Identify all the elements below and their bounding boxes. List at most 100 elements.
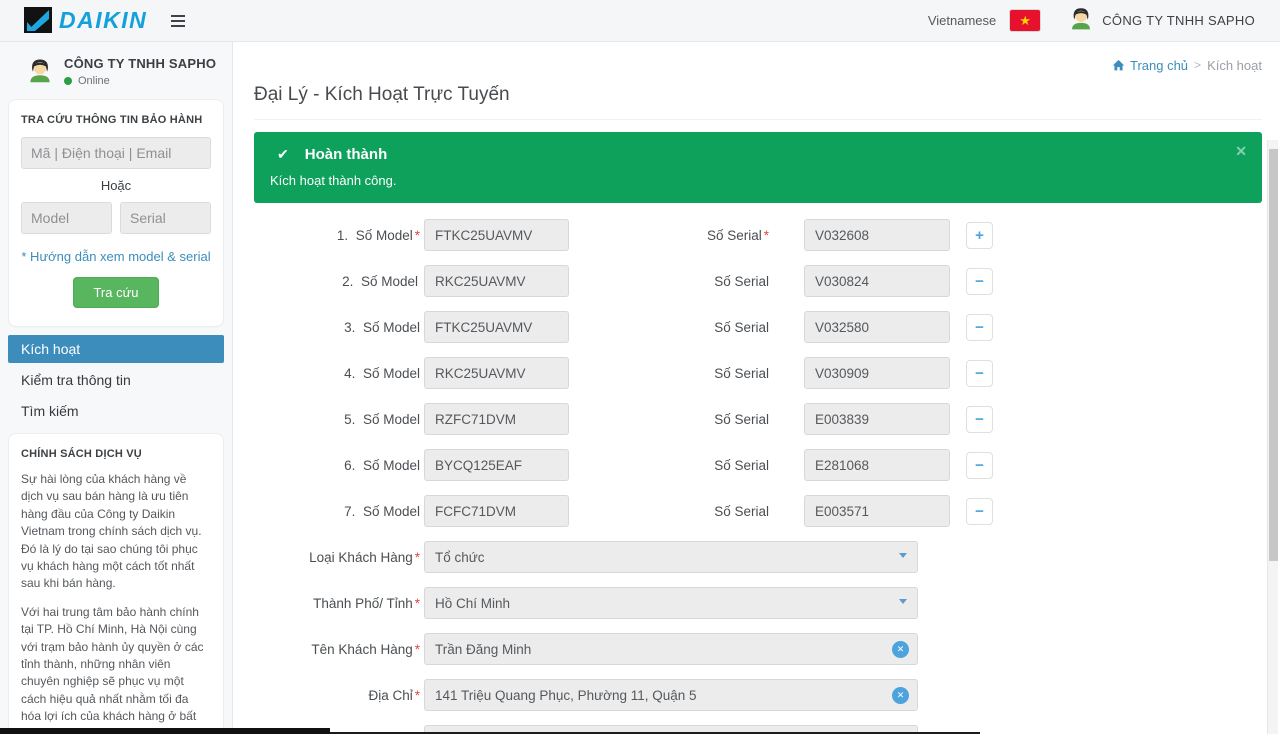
online-status-label: Online <box>78 75 110 87</box>
serial-label: Số Serial <box>714 274 769 289</box>
page-title: Đại Lý - Kích Hoạt Trực Tuyến <box>254 84 1262 106</box>
warranty-lookup-card: TRA CỨU THÔNG TIN BẢO HÀNH Hoặc * Hướng … <box>8 99 224 327</box>
model-serial-row: 2. Số Model Số Serial − <box>254 265 1262 297</box>
vietnam-flag-icon[interactable]: ★ <box>1010 10 1040 31</box>
sidebar-item-activate[interactable]: Kích hoạt <box>8 335 224 363</box>
user-avatar[interactable] <box>1068 5 1094 36</box>
model-input[interactable] <box>424 265 569 297</box>
model-input[interactable] <box>424 495 569 527</box>
model-input[interactable] <box>424 311 569 343</box>
model-serial-row: 7. Số Model Số Serial − <box>254 495 1262 527</box>
scrollbar-thumb[interactable] <box>1269 149 1278 561</box>
serial-label: Số Serial <box>714 504 769 519</box>
header-user-name[interactable]: CÔNG TY TNHH SAPHO <box>1102 13 1255 28</box>
lookup-button[interactable]: Tra cứu <box>73 277 158 308</box>
city-select[interactable]: Hồ Chí Minh <box>424 587 918 619</box>
serial-input[interactable] <box>804 495 950 527</box>
lookup-heading: TRA CỨU THÔNG TIN BẢO HÀNH <box>21 114 211 126</box>
model-serial-row: 3. Số Model Số Serial − <box>254 311 1262 343</box>
customer-field-row: Thành Phố/ Tỉnh* Hồ Chí Minh <box>254 587 1262 619</box>
breadcrumb-current: Kích hoạt <box>1207 58 1262 73</box>
customer-field-row: Tên Khách Hàng* Trần Đăng Minh ✕ <box>254 633 1262 665</box>
model-label: Số Model <box>363 504 420 519</box>
alert-message: Kích hoạt thành công. <box>270 173 1246 188</box>
model-input[interactable] <box>424 357 569 389</box>
serial-search-input[interactable] <box>120 202 211 234</box>
sidebar-item-search[interactable]: Tìm kiếm <box>8 397 224 425</box>
customer-field-row: Loại Khách Hàng* Tổ chức <box>254 541 1262 573</box>
home-icon <box>1112 59 1125 72</box>
top-header: DAIKIN Vietnamese ★ CÔNG TY TNHH SAPHO <box>0 0 1280 42</box>
clear-field-icon[interactable]: ✕ <box>892 687 909 704</box>
model-serial-row: 5. Số Model Số Serial − <box>254 403 1262 435</box>
sidebar-avatar <box>26 56 54 89</box>
remove-row-button[interactable]: − <box>966 268 993 295</box>
policy-paragraph: Sự hài lòng của khách hàng về dịch vụ sa… <box>21 471 211 593</box>
serial-label: Số Serial <box>714 458 769 473</box>
serial-label: Số Serial <box>707 228 762 243</box>
model-input[interactable] <box>424 403 569 435</box>
breadcrumb-separator: > <box>1194 58 1201 72</box>
address-input[interactable]: 141 Triệu Quang Phục, Phường 11, Quận 5 … <box>424 679 918 711</box>
model-label: Số Model <box>356 228 413 243</box>
content-box: ✔ Hoàn thành Kích hoạt thành công. ✕ 1. … <box>254 119 1262 734</box>
or-label: Hoặc <box>21 178 211 193</box>
sidebar-user-panel: CÔNG TY TNHH SAPHO Online <box>8 50 224 99</box>
address-label: Địa Chỉ <box>368 688 412 703</box>
model-label: Số Model <box>361 274 418 289</box>
model-serial-row: 1. Số Model* Số Serial* + <box>254 219 1262 251</box>
serial-label: Số Serial <box>714 412 769 427</box>
model-label: Số Model <box>363 412 420 427</box>
customer-type-select[interactable]: Tổ chức <box>424 541 918 573</box>
online-status-icon <box>64 77 72 85</box>
breadcrumb: Trang chủ > Kích hoạt <box>254 57 1262 73</box>
serial-input[interactable] <box>804 219 950 251</box>
model-input[interactable] <box>424 219 569 251</box>
remove-row-button[interactable]: − <box>966 406 993 433</box>
breadcrumb-home-link[interactable]: Trang chủ <box>1112 58 1188 73</box>
check-icon: ✔ <box>277 146 289 163</box>
clear-field-icon[interactable]: ✕ <box>892 641 909 658</box>
remove-row-button[interactable]: − <box>966 360 993 387</box>
model-label: Số Model <box>363 366 420 381</box>
model-serial-guide-link[interactable]: * Hướng dẫn xem model & serial <box>21 249 211 264</box>
serial-input[interactable] <box>804 265 950 297</box>
add-row-button[interactable]: + <box>966 222 993 249</box>
sidebar-user-name: CÔNG TY TNHH SAPHO <box>64 56 216 71</box>
serial-label: Số Serial <box>714 366 769 381</box>
daikin-logo: DAIKIN <box>24 7 147 34</box>
sidebar-item-check-info[interactable]: Kiểm tra thông tin <box>8 366 224 394</box>
policy-paragraph: Với hai trung tâm bảo hành chính tại TP.… <box>21 604 211 734</box>
activation-form: 1. Số Model* Số Serial* + 2. Số Model Số… <box>254 219 1262 734</box>
city-label: Thành Phố/ Tỉnh <box>313 596 413 611</box>
serial-input[interactable] <box>804 357 950 389</box>
language-label[interactable]: Vietnamese <box>928 13 996 28</box>
daikin-logo-icon <box>24 7 53 34</box>
serial-input[interactable] <box>804 403 950 435</box>
remove-row-button[interactable]: − <box>966 452 993 479</box>
code-phone-email-input[interactable] <box>21 137 211 169</box>
customer-type-label: Loại Khách Hàng <box>309 550 413 565</box>
alert-title: Hoàn thành <box>305 146 388 163</box>
serial-input[interactable] <box>804 449 950 481</box>
bottom-edge-bar <box>0 728 330 734</box>
sidebar: CÔNG TY TNHH SAPHO Online TRA CỨU THÔNG … <box>0 42 233 734</box>
policy-heading: CHÍNH SÁCH DỊCH VỤ <box>21 448 211 460</box>
scrollbar-track[interactable] <box>1267 140 1278 734</box>
model-label: Số Model <box>363 320 420 335</box>
success-alert: ✔ Hoàn thành Kích hoạt thành công. ✕ <box>254 132 1262 203</box>
model-search-input[interactable] <box>21 202 112 234</box>
customer-field-row: Địa Chỉ* 141 Triệu Quang Phục, Phường 11… <box>254 679 1262 711</box>
serial-label: Số Serial <box>714 320 769 335</box>
model-input[interactable] <box>424 449 569 481</box>
sidebar-nav: Kích hoạt Kiểm tra thông tin Tìm kiếm <box>8 335 224 425</box>
remove-row-button[interactable]: − <box>966 314 993 341</box>
menu-toggle-icon[interactable] <box>167 11 189 31</box>
remove-row-button[interactable]: − <box>966 498 993 525</box>
alert-close-icon[interactable]: ✕ <box>1235 143 1247 160</box>
serial-input[interactable] <box>804 311 950 343</box>
customer-name-input[interactable]: Trần Đăng Minh ✕ <box>424 633 918 665</box>
chevron-down-icon <box>899 553 907 558</box>
model-label: Số Model <box>363 458 420 473</box>
model-serial-row: 6. Số Model Số Serial − <box>254 449 1262 481</box>
